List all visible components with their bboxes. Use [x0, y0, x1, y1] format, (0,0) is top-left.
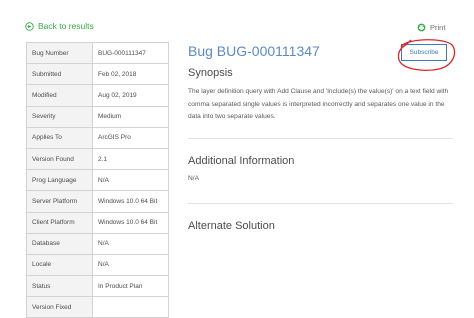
details-row: Applies To ArcGIS Pro — [26, 126, 169, 149]
details-row: Version Fixed — [26, 296, 169, 318]
details-value: BUG-000111347 — [92, 41, 169, 65]
details-key: Applies To — [26, 126, 93, 149]
details-value: Windows 10.0 64 Bit — [92, 190, 169, 213]
divider — [188, 138, 453, 139]
details-row: Locale N/A — [26, 253, 169, 277]
details-row: Status In Product Plan — [26, 275, 169, 298]
details-value: In Product Plan — [92, 275, 169, 298]
circle-arrow-left-icon — [25, 21, 34, 31]
additional-information-text: N/A — [188, 175, 199, 182]
synopsis-text: The layer definition query with Add Clau… — [188, 88, 449, 120]
details-value: Windows 10.0 64 Bit — [92, 211, 169, 234]
details-key: Status — [26, 275, 93, 298]
details-key: Modified — [26, 84, 93, 107]
details-key: Database — [26, 232, 93, 255]
additional-information-heading: Additional Information — [188, 155, 295, 167]
details-row: Modified Aug 02, 2019 — [26, 84, 169, 107]
details-key: Version Found — [26, 147, 93, 171]
back-to-results-link[interactable]: Back to results — [25, 21, 94, 31]
details-row: Database N/A — [26, 232, 169, 255]
details-value: Feb 02, 2018 — [92, 63, 169, 86]
subscribe-button[interactable]: Subscribe — [401, 44, 447, 61]
details-value: Medium — [92, 105, 169, 128]
synopsis-heading: Synopsis — [188, 67, 233, 79]
details-row: Prog Language N/A — [26, 169, 169, 192]
details-value: 2.1 — [92, 147, 169, 171]
details-key: Server Platform — [26, 190, 93, 213]
details-key: Submitted — [26, 63, 93, 86]
details-key: Version Fixed — [26, 296, 93, 318]
alternate-solution-heading: Alternate Solution — [188, 220, 275, 232]
details-row: Version Found 2.1 — [26, 147, 169, 171]
details-key: Prog Language — [26, 169, 93, 192]
printer-icon — [417, 23, 426, 32]
details-row: Client Platform Windows 10.0 64 Bit — [26, 211, 169, 234]
details-key: Bug Number — [26, 41, 93, 65]
details-row: Server Platform Windows 10.0 64 Bit — [26, 190, 169, 213]
details-row: Bug Number BUG-000111347 — [26, 41, 169, 65]
details-value: Aug 02, 2019 — [92, 84, 169, 107]
details-value: N/A — [92, 232, 169, 255]
details-key: Severity — [26, 105, 93, 128]
details-value — [92, 296, 169, 318]
details-key: Locale — [26, 253, 93, 277]
bug-details-table: Bug Number BUG-000111347 Submitted Feb 02, … — [26, 41, 169, 318]
details-value: N/A — [92, 169, 169, 192]
back-to-results-label: Back to results — [38, 21, 94, 31]
divider — [188, 203, 453, 204]
print-label: Print — [430, 23, 446, 32]
details-row: Severity Medium — [26, 105, 169, 128]
details-row: Submitted Feb 02, 2018 — [26, 63, 169, 86]
bug-title: Bug BUG-000111347 — [188, 43, 320, 59]
details-value: ArcGIS Pro — [92, 126, 169, 149]
print-link[interactable]: Print — [417, 23, 445, 32]
details-key: Client Platform — [26, 211, 93, 234]
details-value: N/A — [92, 253, 169, 277]
